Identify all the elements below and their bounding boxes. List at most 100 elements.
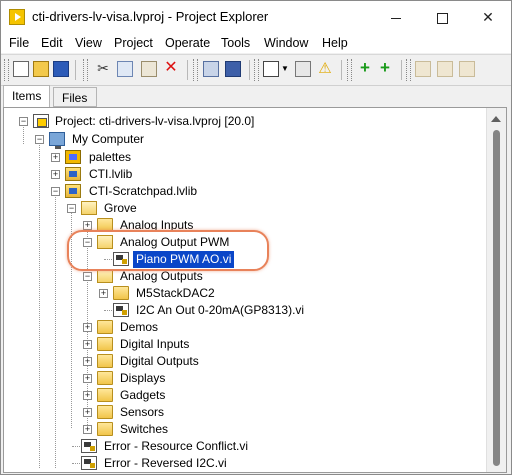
tree-row-gadgets[interactable]: + Gadgets [4, 387, 484, 404]
menu-window[interactable]: Window [264, 36, 308, 50]
menu-view[interactable]: View [75, 36, 102, 50]
delete-icon[interactable]: ✕ [163, 60, 179, 77]
tree-row-project[interactable]: − Project: cti-drivers-lv-visa.lvproj [2… [4, 113, 484, 130]
menu-file[interactable]: File [9, 36, 29, 50]
collapse-toggle[interactable]: − [67, 204, 76, 213]
collapse-toggle[interactable]: − [51, 187, 60, 196]
vi-icon [113, 303, 129, 317]
tree-row-analog-output-pwm[interactable]: − Analog Output PWM [4, 234, 484, 251]
save-icon[interactable] [225, 61, 241, 77]
collapse-toggle[interactable]: − [83, 272, 92, 281]
tree-label-m5stack: M5StackDAC2 [136, 286, 215, 300]
expand-toggle[interactable]: + [83, 425, 92, 434]
tree-row-my-computer[interactable]: − My Computer [4, 131, 484, 149]
tree-row-error-conflict[interactable]: Error - Resource Conflict.vi [4, 438, 484, 455]
add-green-icon[interactable]: + [357, 59, 373, 77]
expand-toggle[interactable]: + [83, 374, 92, 383]
menu-help[interactable]: Help [322, 36, 348, 50]
copy-icon[interactable] [117, 61, 133, 77]
tree-line [72, 446, 80, 448]
tree-row-switches[interactable]: + Switches [4, 421, 484, 438]
filter-icon[interactable] [295, 61, 311, 77]
folder-icon [97, 320, 113, 334]
toolbar-grip[interactable] [83, 59, 88, 81]
expand-toggle[interactable]: + [83, 221, 92, 230]
scroll-up-arrow-icon[interactable] [491, 116, 501, 122]
collapse-toggle[interactable]: − [83, 238, 92, 247]
expand-toggle[interactable]: + [83, 408, 92, 417]
menu-operate[interactable]: Operate [165, 36, 210, 50]
project-tree[interactable]: − Project: cti-drivers-lv-visa.lvproj [2… [4, 108, 484, 472]
tree-row-grove[interactable]: − Grove [4, 200, 484, 217]
tree-row-palettes[interactable]: + palettes [4, 149, 484, 166]
tree-label-sensors: Sensors [120, 405, 165, 419]
add-green-2-icon[interactable]: + [377, 59, 393, 77]
toolbar-separator [249, 60, 250, 80]
menu-edit[interactable]: Edit [41, 36, 63, 50]
expand-toggle[interactable]: + [83, 340, 92, 349]
toolbar-grip[interactable] [254, 59, 259, 81]
open-folder-icon[interactable] [33, 61, 49, 77]
tree-label-project: Project: cti-drivers-lv-visa.lvproj [20.… [55, 114, 255, 128]
expand-toggle[interactable]: + [99, 289, 108, 298]
maximize-icon [436, 12, 448, 24]
vertical-scrollbar[interactable] [486, 108, 506, 472]
tree-row-demos[interactable]: + Demos [4, 319, 484, 336]
toolbar-grip[interactable] [193, 59, 198, 81]
expand-toggle[interactable]: + [83, 323, 92, 332]
maximize-button[interactable] [419, 1, 465, 33]
expand-toggle[interactable]: + [83, 357, 92, 366]
project-tree-panel: − Project: cti-drivers-lv-visa.lvproj [2… [3, 107, 507, 473]
toolbar-grip[interactable] [4, 59, 9, 81]
toolbar-separator [341, 60, 342, 80]
scrollbar-thumb[interactable] [493, 130, 500, 466]
tree-label-error-reversed: Error - Reversed I2C.vi [104, 456, 227, 470]
view-icon[interactable] [263, 61, 279, 77]
tree-row-analog-outputs[interactable]: − Analog Outputs [4, 268, 484, 285]
computer-icon [49, 132, 65, 149]
object-icon[interactable] [459, 61, 475, 77]
minimize-button[interactable] [373, 1, 419, 33]
tree-row-piano-vi[interactable]: Piano PWM AO.vi [4, 251, 484, 268]
toolbar-grip[interactable] [347, 59, 352, 81]
tree-row-analog-inputs[interactable]: + Analog Inputs [4, 217, 484, 234]
new-file-icon[interactable] [13, 61, 29, 77]
close-icon: ✕ [482, 9, 494, 25]
tree-row-m5stack[interactable]: + M5StackDAC2 [4, 285, 484, 302]
expand-toggle[interactable]: + [51, 170, 60, 179]
tree-label-i2c-vi: I2C An Out 0-20mA(GP8313).vi [136, 303, 305, 317]
warning-icon[interactable]: ⚠ [317, 61, 333, 77]
menu-project[interactable]: Project [114, 36, 153, 50]
group-icon[interactable] [415, 61, 431, 77]
build-icon[interactable] [203, 61, 219, 77]
expand-toggle[interactable]: + [83, 391, 92, 400]
tree-row-error-reversed[interactable]: Error - Reversed I2C.vi [4, 455, 484, 472]
dropdown-icon[interactable]: ▼ [281, 61, 289, 77]
tree-row-scratchpad-lib[interactable]: − CTI-Scratchpad.lvlib [4, 183, 484, 200]
cut-icon[interactable]: ✂ [95, 61, 111, 77]
package-icon[interactable] [437, 61, 453, 77]
tree-row-i2c-vi[interactable]: I2C An Out 0-20mA(GP8313).vi [4, 302, 484, 319]
collapse-toggle[interactable]: − [19, 117, 28, 126]
tree-row-digital-outputs[interactable]: + Digital Outputs [4, 353, 484, 370]
paste-icon[interactable] [141, 61, 157, 77]
tree-row-cti-lib[interactable]: + CTI.lvlib [4, 166, 484, 183]
tree-label-error-conflict: Error - Resource Conflict.vi [104, 439, 249, 453]
expand-toggle[interactable]: + [51, 153, 60, 162]
project-explorer-window: cti-drivers-lv-visa.lvproj - Project Exp… [0, 0, 512, 475]
save-all-icon[interactable] [53, 61, 69, 77]
menu-tools[interactable]: Tools [221, 36, 250, 50]
title-bar[interactable]: cti-drivers-lv-visa.lvproj - Project Exp… [1, 1, 511, 33]
tab-files[interactable]: Files [53, 87, 97, 107]
tree-row-digital-inputs[interactable]: + Digital Inputs [4, 336, 484, 353]
tree-label-demos: Demos [120, 320, 159, 334]
toolbar-grip[interactable] [406, 59, 411, 81]
menu-bar: File Edit View Project Operate Tools Win… [1, 33, 511, 53]
tab-items[interactable]: Items [3, 85, 50, 108]
tree-row-sensors[interactable]: + Sensors [4, 404, 484, 421]
tree-label-scratchpad-lib: CTI-Scratchpad.lvlib [89, 184, 198, 198]
collapse-toggle[interactable]: − [35, 135, 44, 144]
folder-open-icon [97, 235, 113, 249]
tree-row-displays[interactable]: + Displays [4, 370, 484, 387]
close-button[interactable]: ✕ [465, 1, 511, 33]
